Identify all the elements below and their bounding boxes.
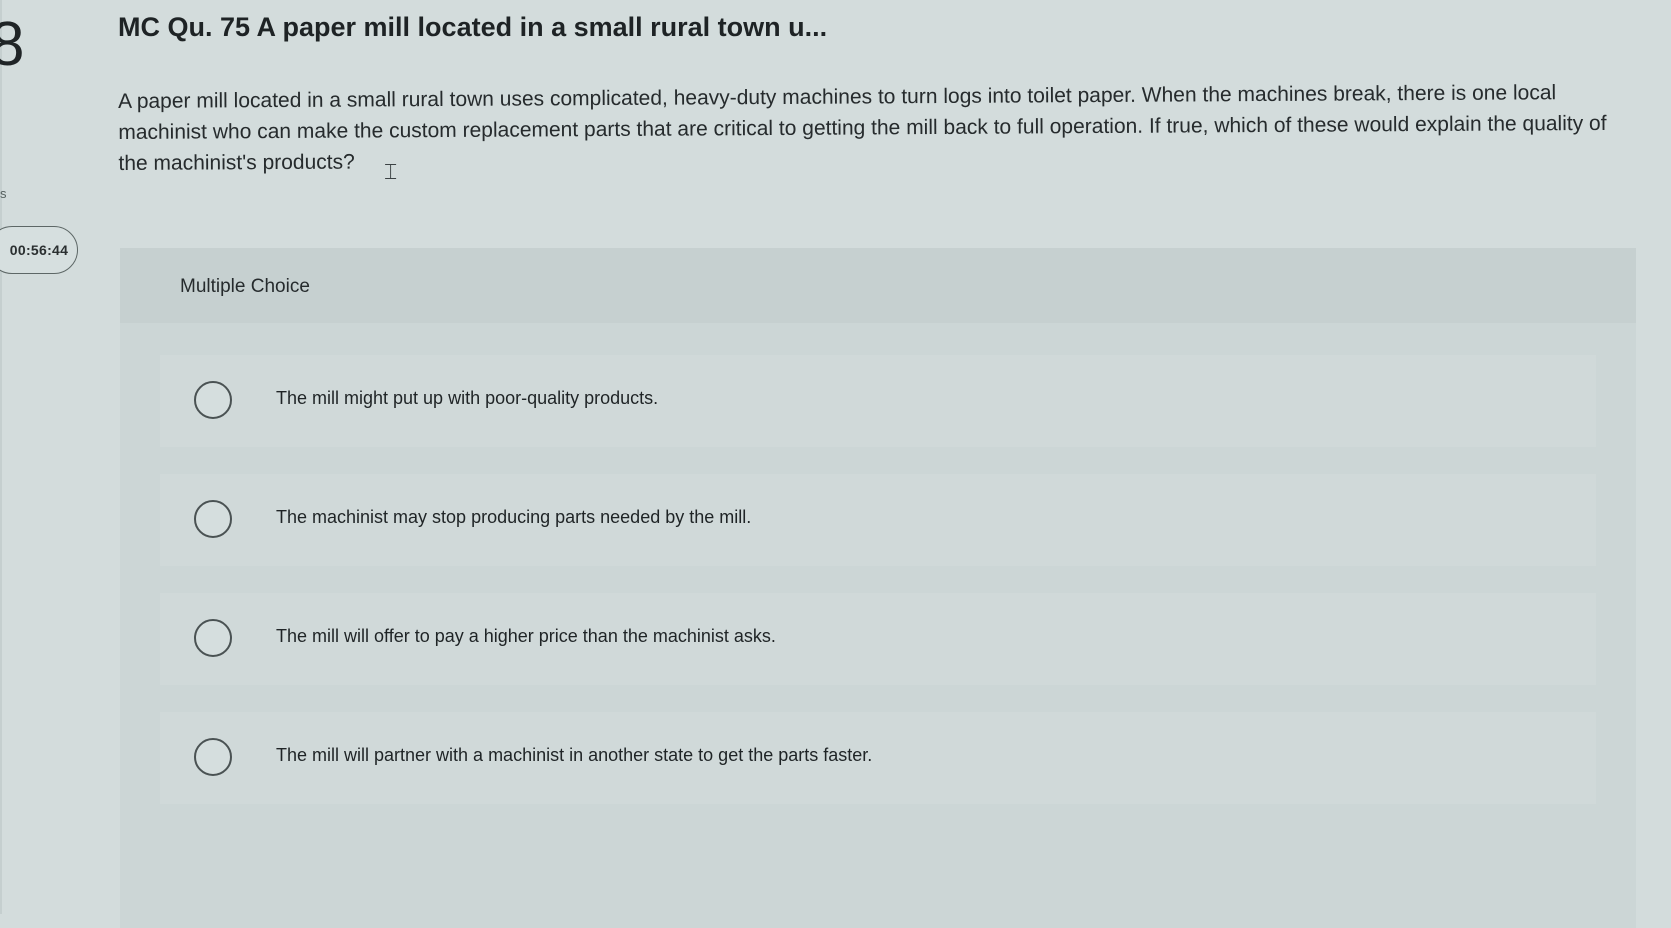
question-title: MC Qu. 75 A paper mill located in a smal…: [118, 12, 828, 42]
answer-option-text[interactable]: The mill will offer to pay a higher pric…: [276, 626, 776, 647]
answer-option-text[interactable]: The mill might put up with poor-quality …: [276, 388, 658, 409]
text-cursor-icon: ⌶: [384, 160, 398, 185]
answer-option-text[interactable]: The mill will partner with a machinist i…: [276, 745, 872, 766]
answer-panel-header: Multiple Choice: [120, 248, 1636, 323]
answer-option[interactable]: The mill will partner with a machinist i…: [160, 712, 1596, 804]
left-rail: [0, 0, 2, 914]
answer-option[interactable]: The mill will offer to pay a higher pric…: [160, 593, 1596, 685]
answer-type-label: Multiple Choice: [180, 276, 310, 297]
timer-value: 00:56:44: [9, 242, 69, 258]
timer-badge[interactable]: 00:56:44: [0, 226, 78, 274]
answer-option[interactable]: The machinist may stop producing parts n…: [160, 474, 1596, 566]
answer-panel: Multiple Choice The mill might put up wi…: [120, 248, 1636, 928]
question-number: 8: [0, 10, 25, 79]
radio-unchecked-icon[interactable]: [194, 619, 232, 657]
question-stem: A paper mill located in a small rural to…: [118, 81, 1607, 175]
answer-option-text[interactable]: The machinist may stop producing parts n…: [276, 507, 751, 528]
radio-unchecked-icon[interactable]: [194, 381, 232, 419]
answer-option[interactable]: The mill might put up with poor-quality …: [160, 355, 1596, 447]
sidebar-stub-text: s: [0, 186, 7, 201]
radio-unchecked-icon[interactable]: [194, 738, 232, 776]
radio-unchecked-icon[interactable]: [194, 500, 232, 538]
